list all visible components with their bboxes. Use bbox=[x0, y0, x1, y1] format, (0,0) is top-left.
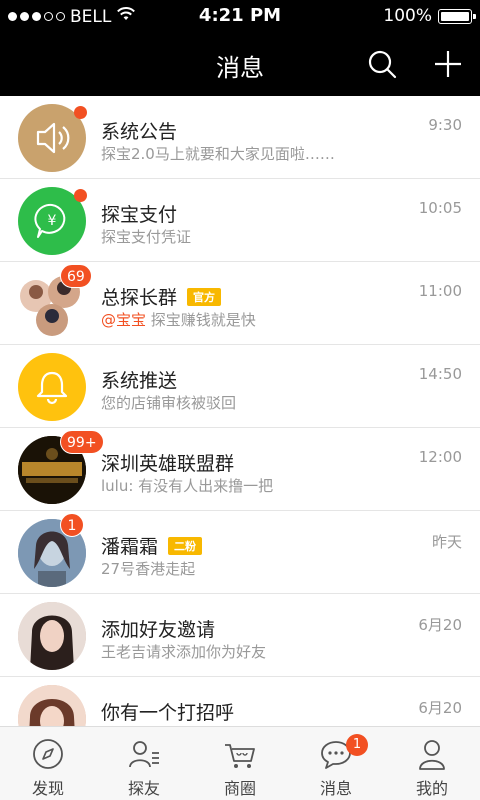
message-title: 潘霜霜 bbox=[101, 536, 159, 558]
message-time: 9:30 bbox=[428, 116, 462, 134]
message-time: 6月20 bbox=[418, 616, 462, 634]
page-title: 消息 bbox=[216, 54, 264, 82]
tab-discover[interactable]: 发现 bbox=[0, 727, 96, 800]
message-title: 系统公告 bbox=[101, 121, 178, 143]
tab-shop[interactable]: 商圈 bbox=[192, 727, 288, 800]
tab-label: 发现 bbox=[31, 779, 64, 798]
fan-tag: 二粉 bbox=[168, 536, 203, 555]
bell-icon bbox=[36, 371, 68, 405]
plus-icon bbox=[435, 51, 461, 77]
message-row-announcement[interactable]: 系统公告 探宝2.0马上就要和大家见面啦…… 9:30 bbox=[0, 96, 480, 179]
message-row-payment[interactable]: ¥ 探宝支付 探宝支付凭证 10:05 bbox=[0, 179, 480, 262]
message-preview: 探宝赚钱就是快 bbox=[150, 311, 256, 329]
avatar: 99+ bbox=[18, 430, 104, 504]
message-preview: lulu: 有没有人出来撸一把 bbox=[101, 477, 274, 495]
mention-text: @宝宝 bbox=[101, 311, 147, 329]
avatar bbox=[18, 353, 86, 421]
svg-text:¥: ¥ bbox=[48, 213, 57, 229]
battery-status: 100% bbox=[383, 6, 476, 26]
message-row-push[interactable]: 系统推送 您的店铺审核被驳回 14:50 bbox=[0, 345, 480, 428]
tab-friends[interactable]: 探友 bbox=[96, 727, 192, 800]
message-icon: 1 bbox=[318, 734, 368, 772]
unread-count-badge: 69 bbox=[60, 264, 92, 288]
tab-bar: 发现 探友 商圈 1 消息 我的 bbox=[0, 726, 480, 800]
avatar bbox=[18, 685, 86, 726]
message-title: 深圳英雄联盟群 bbox=[101, 453, 235, 475]
friends-icon bbox=[126, 736, 162, 772]
shop-cart-icon bbox=[222, 736, 258, 772]
message-title: 添加好友邀请 bbox=[101, 619, 216, 641]
search-button[interactable] bbox=[362, 44, 402, 84]
tab-label: 消息 bbox=[319, 779, 352, 798]
tab-label: 商圈 bbox=[223, 779, 256, 798]
message-preview: 您的店铺审核被驳回 bbox=[101, 394, 237, 412]
tab-badge: 1 bbox=[346, 734, 368, 756]
profile-icon bbox=[414, 736, 450, 772]
message-title: 你有一个打招呼 bbox=[101, 702, 235, 724]
message-time: 11:00 bbox=[418, 282, 462, 300]
status-bar: BELL 4:21 PM 100% bbox=[0, 0, 480, 32]
avatar bbox=[18, 104, 87, 172]
unread-count-badge: 99+ bbox=[60, 430, 104, 454]
message-title: 系统推送 bbox=[101, 370, 178, 392]
message-time: 14:50 bbox=[418, 365, 462, 383]
avatar bbox=[18, 602, 86, 670]
unread-dot bbox=[74, 189, 87, 202]
message-row-group-chief[interactable]: 69 总探长群 官方 @宝宝 探宝赚钱就是快 11:00 bbox=[0, 262, 480, 345]
avatar: 1 bbox=[18, 513, 86, 587]
user-photo bbox=[18, 685, 86, 726]
speaker-icon bbox=[36, 122, 70, 154]
official-tag: 官方 bbox=[187, 287, 222, 306]
unread-dot bbox=[74, 106, 87, 119]
message-time: 10:05 bbox=[418, 199, 462, 217]
message-time: 6月20 bbox=[418, 699, 462, 717]
compass-icon bbox=[30, 736, 66, 772]
battery-icon bbox=[438, 8, 476, 24]
user-photo bbox=[18, 602, 86, 670]
nav-bar: 消息 bbox=[0, 32, 480, 96]
message-list[interactable]: 系统公告 探宝2.0马上就要和大家见面啦…… 9:30 ¥ 探宝支付 探宝支付凭… bbox=[0, 96, 480, 726]
yen-bubble-icon: ¥ bbox=[34, 203, 66, 238]
message-time: 昨天 bbox=[431, 533, 462, 551]
message-time: 12:00 bbox=[418, 448, 462, 466]
battery-percent: 100% bbox=[383, 6, 432, 26]
message-preview: 王老吉请求添加你为好友 bbox=[101, 643, 267, 661]
message-row-pan[interactable]: 1 潘霜霜 二粉 27号香港走起 昨天 bbox=[0, 511, 480, 594]
message-title: 探宝支付 bbox=[101, 204, 178, 226]
avatar: ¥ bbox=[18, 187, 87, 255]
message-preview: 探宝2.0马上就要和大家见面啦…… bbox=[101, 145, 335, 163]
tab-label: 我的 bbox=[415, 779, 448, 798]
message-row-greeting[interactable]: 你有一个打招呼 6月20 bbox=[0, 677, 480, 726]
unread-count-badge: 1 bbox=[60, 513, 84, 537]
search-icon bbox=[368, 50, 397, 79]
group-avatar: 69 bbox=[18, 264, 92, 338]
message-row-friend-request[interactable]: 添加好友邀请 王老吉请求添加你为好友 6月20 bbox=[0, 594, 480, 677]
add-button[interactable] bbox=[428, 44, 468, 84]
message-preview: 探宝支付凭证 bbox=[101, 228, 192, 246]
tab-profile[interactable]: 我的 bbox=[384, 727, 480, 800]
message-title: 总探长群 bbox=[101, 287, 178, 309]
tab-label: 探友 bbox=[127, 779, 160, 798]
tab-messages[interactable]: 1 消息 bbox=[288, 727, 384, 800]
message-preview: 27号香港走起 bbox=[101, 560, 196, 578]
message-row-lol-group[interactable]: 99+ 深圳英雄联盟群 lulu: 有没有人出来撸一把 12:00 bbox=[0, 428, 480, 511]
